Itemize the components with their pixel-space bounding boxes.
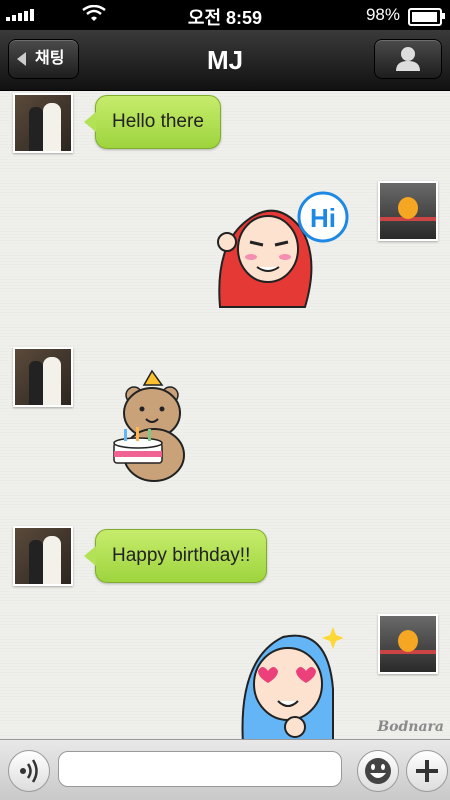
profile-button[interactable] xyxy=(374,39,442,79)
avatar-mj[interactable] xyxy=(13,93,73,153)
battery-icon xyxy=(408,8,445,26)
sticker-hi-red-hood[interactable]: Hi xyxy=(205,187,355,317)
emoticon-button[interactable] xyxy=(357,750,399,792)
battery-percent: 98% xyxy=(365,5,400,24)
sticker-hi-text: Hi xyxy=(310,203,336,233)
nav-bar: MJ 채팅 xyxy=(0,30,450,91)
input-bar xyxy=(0,739,450,800)
back-button[interactable]: 채팅 xyxy=(8,39,80,79)
back-button-label: 채팅 xyxy=(35,50,65,67)
avatar-mj[interactable] xyxy=(13,347,73,407)
message-bubble[interactable]: Hello there xyxy=(84,95,221,149)
smiley-icon xyxy=(365,758,391,784)
status-bar: 오전 8:59 98% xyxy=(0,0,450,30)
message-bubble[interactable]: Happy birthday!! xyxy=(83,529,268,583)
chevron-left-icon xyxy=(17,52,26,66)
avatar-mj[interactable] xyxy=(13,526,73,586)
person-icon xyxy=(396,47,420,71)
plus-icon xyxy=(416,760,438,782)
attach-plus-button[interactable] xyxy=(406,750,448,792)
sticker-bear-birthday-cake[interactable] xyxy=(102,363,202,488)
voice-button[interactable] xyxy=(8,750,50,792)
message-input[interactable] xyxy=(58,751,342,787)
chat-area[interactable]: Hello there Hi Happy birthday!! Bodnara xyxy=(0,91,450,739)
watermark: Bodnara xyxy=(377,719,444,735)
avatar-me[interactable] xyxy=(378,614,438,674)
voice-icon xyxy=(20,759,38,783)
sticker-blue-hood-heart-eyes[interactable] xyxy=(233,619,343,739)
avatar-me[interactable] xyxy=(378,181,438,241)
